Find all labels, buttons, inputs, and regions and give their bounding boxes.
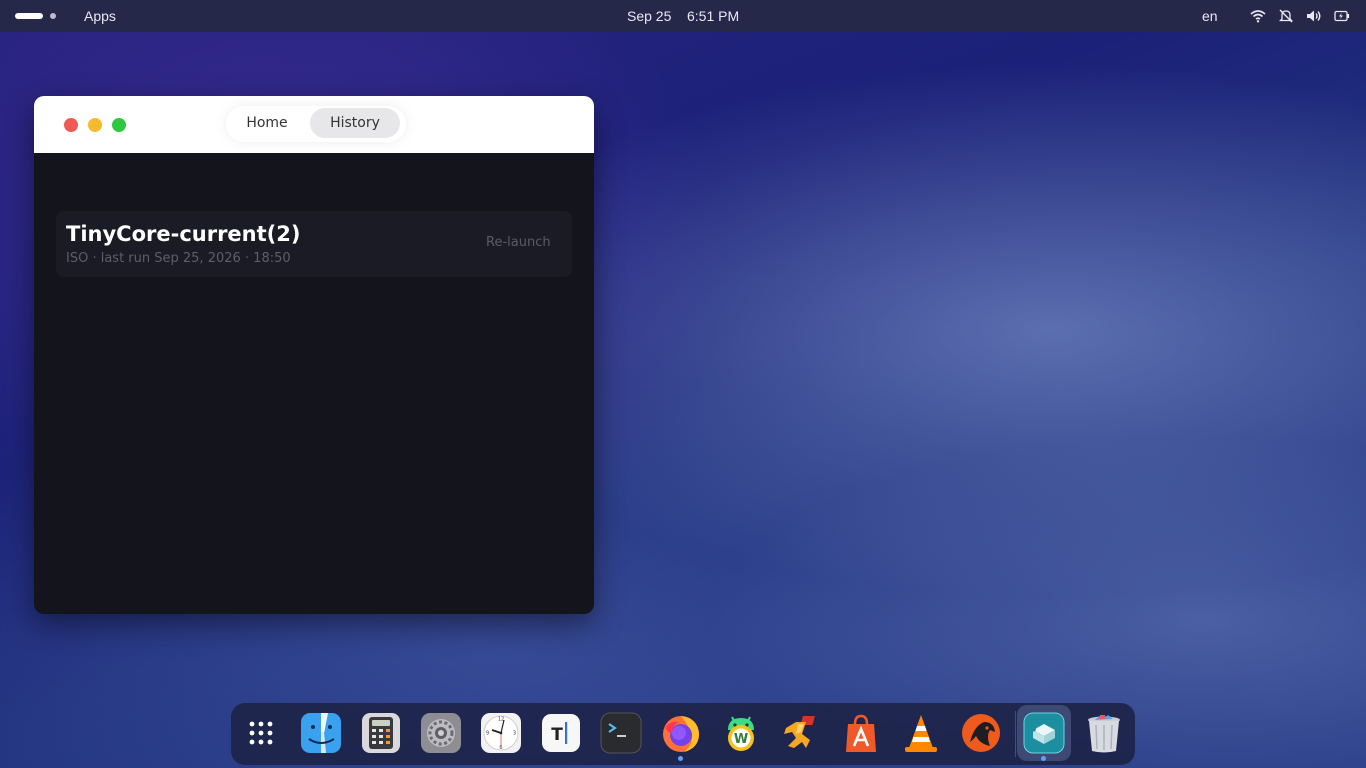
finder-icon[interactable]	[300, 712, 342, 754]
window-titlebar[interactable]: Home History	[34, 96, 594, 153]
history-item[interactable]: TinyCore-current(2) ISO · last run Sep 2…	[56, 211, 572, 277]
maximize-button[interactable]	[112, 118, 126, 132]
close-button[interactable]	[64, 118, 78, 132]
app-grid-icon[interactable]	[240, 712, 282, 754]
clock-date[interactable]: Sep 25	[627, 8, 671, 24]
tab-bar: Home History	[226, 106, 406, 142]
apps-menu-button[interactable]: Apps	[84, 8, 116, 24]
svg-text:6: 6	[499, 745, 502, 751]
app-store-icon[interactable]	[840, 712, 882, 754]
dock-separator	[1015, 711, 1016, 757]
history-item-title: TinyCore-current(2)	[66, 222, 301, 246]
terminal-icon[interactable]	[600, 712, 642, 754]
minimize-button[interactable]	[88, 118, 102, 132]
tab-home[interactable]: Home	[228, 108, 306, 138]
keyboard-layout-indicator[interactable]: en	[1202, 8, 1218, 24]
battery-icon[interactable]	[1334, 9, 1350, 23]
svg-text:9: 9	[486, 731, 489, 737]
history-item-details: ISO · last run Sep 25, 2026 · 18:50	[66, 251, 291, 266]
app-window: Home History TinyCore-current(2) ISO · l…	[34, 96, 594, 614]
calculator-icon[interactable]	[360, 712, 402, 754]
firefox-icon[interactable]	[660, 712, 702, 761]
wifi-icon[interactable]	[1250, 9, 1266, 23]
svg-text:T: T	[551, 725, 563, 745]
svg-text:W: W	[734, 732, 748, 747]
android-wine-icon[interactable]: W	[720, 712, 762, 754]
workspace-indicator-active[interactable]	[15, 13, 43, 19]
text-editor-icon[interactable]: T	[540, 712, 582, 754]
fox-app-icon[interactable]	[960, 712, 1002, 754]
notifications-off-icon[interactable]	[1278, 9, 1294, 23]
workspace-indicator[interactable]	[50, 13, 56, 19]
svg-text:3: 3	[513, 731, 516, 737]
trash-icon[interactable]	[1083, 712, 1125, 754]
vm-launcher-icon[interactable]	[1023, 712, 1065, 761]
clock-icon[interactable]: 12 3 6 9	[480, 712, 522, 754]
dock: 12 3 6 9 T W	[231, 703, 1135, 765]
settings-icon[interactable]	[420, 712, 462, 754]
tab-history[interactable]: History	[310, 108, 400, 138]
runner-app-icon[interactable]	[780, 712, 822, 754]
clock-time[interactable]: 6:51 PM	[687, 8, 739, 24]
relaunch-button[interactable]: Re-launch	[486, 235, 551, 250]
running-indicator	[678, 756, 683, 761]
top-bar: Apps Sep 25 6:51 PM en	[0, 0, 1366, 32]
volume-icon[interactable]	[1306, 9, 1322, 23]
running-indicator	[1041, 756, 1046, 761]
vlc-icon[interactable]	[900, 712, 942, 754]
